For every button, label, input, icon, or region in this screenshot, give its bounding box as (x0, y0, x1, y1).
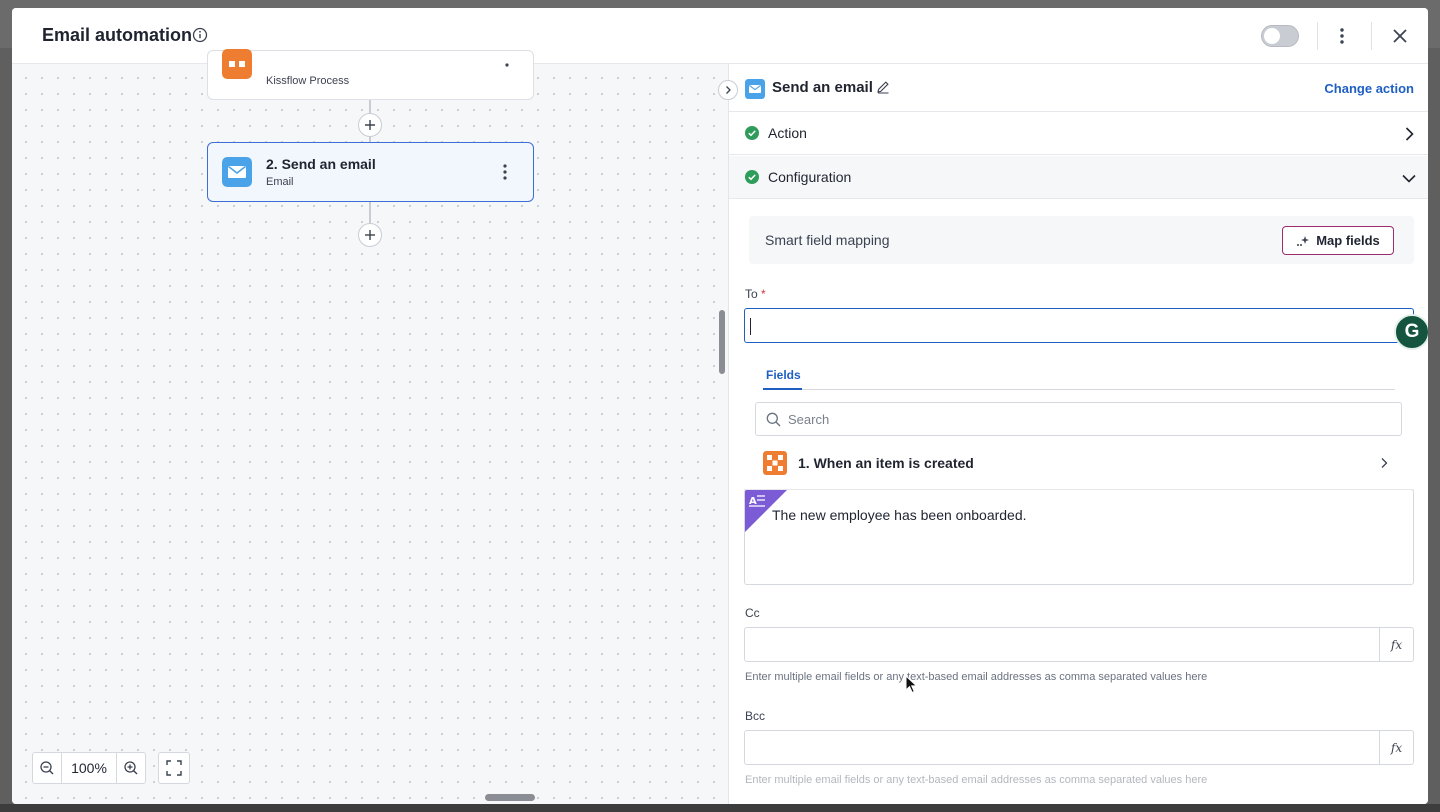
chevron-right-icon (1405, 127, 1414, 141)
email-body-text: The new employee has been onboarded. (772, 507, 1027, 523)
list-item[interactable]: 1. When an item is created (744, 444, 1414, 482)
section-configuration[interactable]: Configuration (729, 156, 1428, 199)
required-mark: * (761, 287, 766, 301)
plus-icon (365, 230, 375, 240)
plus-icon (365, 120, 375, 130)
smart-field-mapping: Smart field mapping Map fields (749, 216, 1414, 264)
list-item-label: 1. When an item is created (798, 455, 974, 471)
tab-divider (763, 389, 1395, 390)
zoom-out-icon (40, 761, 54, 775)
email-body-editor[interactable]: A The new employee has been onboarded. (744, 489, 1414, 585)
grammarly-icon[interactable]: G (1394, 314, 1428, 350)
close-icon[interactable] (1391, 27, 1409, 45)
kissflow-process-icon (763, 451, 787, 475)
to-label-text: To (745, 287, 758, 301)
pencil-icon[interactable] (876, 80, 890, 94)
zoom-in-icon (124, 761, 138, 775)
toggle-knob (1264, 28, 1280, 44)
mail-icon (222, 157, 252, 187)
collapse-panel-button[interactable] (718, 80, 738, 100)
cc-hint: Enter multiple email fields or any text-… (745, 671, 1208, 683)
configuration-panel: Send an email Change action Action Confi… (728, 64, 1428, 804)
add-step-button[interactable] (358, 113, 382, 137)
bcc-field[interactable]: fx (744, 730, 1414, 765)
cc-field[interactable]: fx (744, 627, 1414, 662)
kissflow-process-icon (222, 49, 252, 79)
map-fields-label: Map fields (1316, 233, 1380, 248)
section-label: Configuration (768, 169, 852, 185)
search-input[interactable] (788, 404, 1388, 434)
chevron-down-icon (1402, 174, 1416, 183)
bcc-label: Bcc (745, 709, 766, 723)
svg-text:A: A (749, 496, 757, 507)
node-title: 2. Send an email (266, 156, 376, 172)
header-divider (1371, 22, 1372, 50)
panel-title: Send an email (772, 79, 873, 96)
workflow-node-trigger[interactable]: Kissflow Process (207, 49, 534, 100)
bcc-hint: Enter multiple email fields or any text-… (745, 774, 1208, 786)
node-subtitle: Kissflow Process (266, 75, 350, 87)
more-options-icon[interactable] (1334, 24, 1350, 48)
zoom-out-button[interactable] (32, 752, 62, 784)
change-action-link[interactable]: Change action (1324, 81, 1414, 96)
field-picker-dropdown: Fields 1. When an item is created (744, 344, 1414, 490)
node-connector (369, 202, 371, 224)
workflow-canvas[interactable]: Kissflow Process 2. Send an email Email (12, 49, 728, 804)
node-menu-icon[interactable] (502, 53, 512, 69)
sparkle-icon (1297, 235, 1310, 246)
panel-header: Send an email Change action (729, 64, 1428, 112)
to-label: To * (745, 287, 766, 301)
fit-to-screen-button[interactable] (158, 752, 190, 784)
mail-icon (745, 79, 765, 99)
text-caret (750, 318, 751, 335)
search-icon (766, 412, 781, 427)
chevron-right-icon (1381, 458, 1388, 468)
zoom-level: 100% (62, 752, 116, 784)
active-tab-indicator (763, 388, 802, 390)
section-action[interactable]: Action (729, 112, 1428, 155)
canvas-vertical-scrollbar[interactable] (719, 310, 725, 374)
modal-title: Email automation (42, 25, 193, 45)
section-label: Action (768, 125, 807, 141)
field-search[interactable] (755, 402, 1402, 436)
header-divider (1317, 22, 1318, 50)
formula-button[interactable]: fx (1379, 731, 1413, 764)
canvas-horizontal-scrollbar[interactable] (485, 794, 535, 801)
chevron-right-icon (726, 86, 731, 94)
smart-mapping-label: Smart field mapping (765, 232, 890, 248)
workflow-node-send-email[interactable]: 2. Send an email Email (207, 142, 534, 202)
map-fields-button[interactable]: Map fields (1282, 226, 1394, 255)
email-automation-modal: Email automation Kissflow Process 2. Sen… (12, 8, 1428, 804)
automation-toggle[interactable] (1261, 25, 1299, 47)
node-subtitle: Email (266, 176, 294, 188)
cc-label: Cc (745, 606, 760, 620)
zoom-in-button[interactable] (116, 752, 146, 784)
fullscreen-icon (166, 760, 182, 776)
page-backdrop-bottom (0, 804, 1440, 812)
check-circle-icon (745, 170, 759, 184)
zoom-controls: 100% (32, 752, 146, 784)
add-step-button[interactable] (358, 223, 382, 247)
info-icon[interactable] (192, 27, 208, 43)
formula-button[interactable]: fx (1379, 628, 1413, 661)
check-circle-icon (745, 126, 759, 140)
node-menu-icon[interactable] (500, 163, 510, 181)
to-field[interactable] (744, 308, 1414, 343)
tab-fields[interactable]: Fields (766, 368, 801, 382)
mouse-cursor-icon (905, 675, 918, 694)
